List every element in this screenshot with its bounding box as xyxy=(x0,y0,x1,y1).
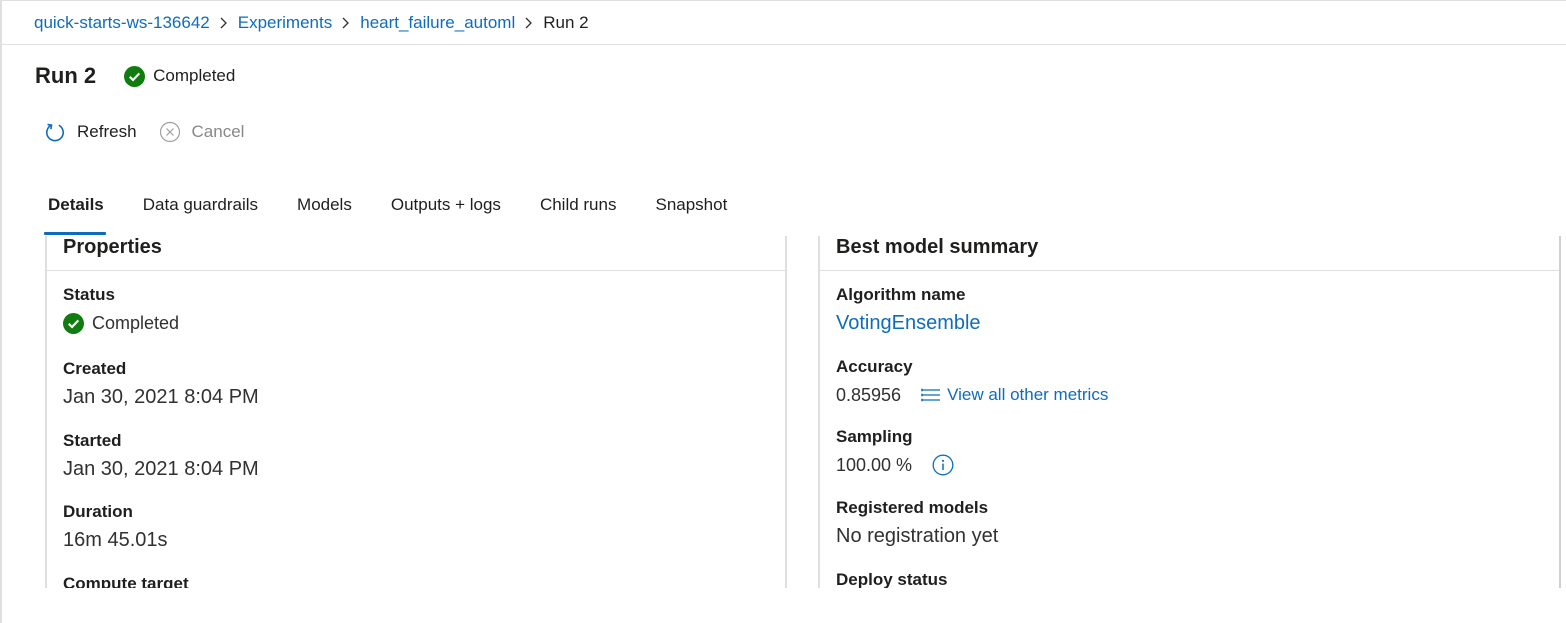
created-value: Jan 30, 2021 8:04 PM xyxy=(63,386,259,408)
breadcrumb-workspace-link[interactable]: quick-starts-ws-136642 xyxy=(34,13,210,33)
duration-field: Duration 16m 45.01s xyxy=(63,501,763,553)
view-all-metrics-label: View all other metrics xyxy=(947,385,1109,404)
page-title: Run 2 xyxy=(35,63,97,88)
best-model-header: Best model summary xyxy=(836,236,1039,258)
algorithm-value-row: VotingEnsemble xyxy=(836,310,1536,336)
sampling-field: Sampling 100.00 % xyxy=(836,426,1536,478)
sampling-value-row: 100.00 % xyxy=(836,452,1536,478)
started-field: Started Jan 30, 2021 8:04 PM xyxy=(63,430,763,482)
check-circle-icon xyxy=(63,312,84,334)
refresh-icon xyxy=(46,123,64,142)
cancel-button[interactable]: Cancel xyxy=(159,121,245,143)
dismiss-circle-icon xyxy=(159,121,180,143)
run-status-badge: Completed xyxy=(124,65,236,87)
accuracy-value: 0.85956 xyxy=(836,385,902,405)
breadcrumb-experiment-link[interactable]: heart_failure_automl xyxy=(360,13,515,33)
created-field: Created Jan 30, 2021 8:04 PM xyxy=(63,358,763,410)
tab-outputs-logs[interactable]: Outputs + logs xyxy=(391,190,501,220)
tab-data-guardrails[interactable]: Data guardrails xyxy=(143,190,258,220)
breadcrumb-experiments-link[interactable]: Experiments xyxy=(238,13,332,33)
status-field: Status Completed xyxy=(63,284,763,336)
started-label: Started xyxy=(63,431,122,450)
breadcrumb-current: Run 2 xyxy=(543,13,589,32)
card-divider xyxy=(47,270,785,271)
status-value-row: Completed xyxy=(63,310,763,336)
best-model-card: Best model summary Algorithm name Voting… xyxy=(818,236,1561,588)
sampling-label: Sampling xyxy=(836,427,913,446)
refresh-button[interactable]: Refresh xyxy=(44,121,137,143)
title-row: Run 2 Completed xyxy=(35,62,235,90)
algorithm-label: Algorithm name xyxy=(836,285,966,304)
card-divider xyxy=(820,270,1559,271)
chevron-right-icon xyxy=(210,12,238,34)
accuracy-field: Accuracy 0.85956 View all other metrics xyxy=(836,356,1536,408)
registered-models-value: No registration yet xyxy=(836,525,999,547)
info-icon[interactable] xyxy=(932,454,954,476)
deploy-status-field: Deploy status xyxy=(836,569,1536,588)
status-label: Status xyxy=(63,285,115,304)
duration-value: 16m 45.01s xyxy=(63,529,168,551)
properties-header: Properties xyxy=(63,236,162,258)
run-tabs: Details Data guardrails Models Outputs +… xyxy=(44,190,766,236)
header-divider xyxy=(2,44,1566,45)
algorithm-field: Algorithm name VotingEnsemble xyxy=(836,284,1536,336)
accuracy-value-row: 0.85956 View all other metrics xyxy=(836,382,1536,408)
tab-details[interactable]: Details xyxy=(44,190,106,235)
cancel-label: Cancel xyxy=(191,122,245,141)
started-value: Jan 30, 2021 8:04 PM xyxy=(63,458,259,480)
status-value: Completed xyxy=(92,313,180,333)
tab-child-runs[interactable]: Child runs xyxy=(540,190,617,220)
chevron-right-icon xyxy=(515,12,543,34)
deploy-status-label: Deploy status xyxy=(836,570,948,588)
properties-card: Properties Status Completed Created Jan … xyxy=(45,236,787,588)
registered-models-label: Registered models xyxy=(836,498,989,517)
check-circle-icon xyxy=(124,65,146,87)
algorithm-link[interactable]: VotingEnsemble xyxy=(836,310,981,336)
chevron-right-icon xyxy=(332,12,360,34)
tab-snapshot[interactable]: Snapshot xyxy=(655,190,727,220)
list-icon xyxy=(921,388,941,402)
duration-label: Duration xyxy=(63,502,133,521)
created-label: Created xyxy=(63,359,127,378)
view-all-metrics-link[interactable]: View all other metrics xyxy=(921,382,1108,408)
command-bar: Refresh Cancel xyxy=(44,119,244,145)
tab-models[interactable]: Models xyxy=(297,190,352,220)
compute-target-field: Compute target xyxy=(63,573,763,588)
compute-target-label: Compute target xyxy=(63,574,189,588)
sampling-value: 100.00 % xyxy=(836,455,913,475)
breadcrumb: quick-starts-ws-136642 Experiments heart… xyxy=(34,12,589,34)
accuracy-label: Accuracy xyxy=(836,357,913,376)
refresh-label: Refresh xyxy=(77,122,137,141)
registered-models-field: Registered models No registration yet xyxy=(836,497,1536,549)
run-status-text: Completed xyxy=(153,66,236,85)
